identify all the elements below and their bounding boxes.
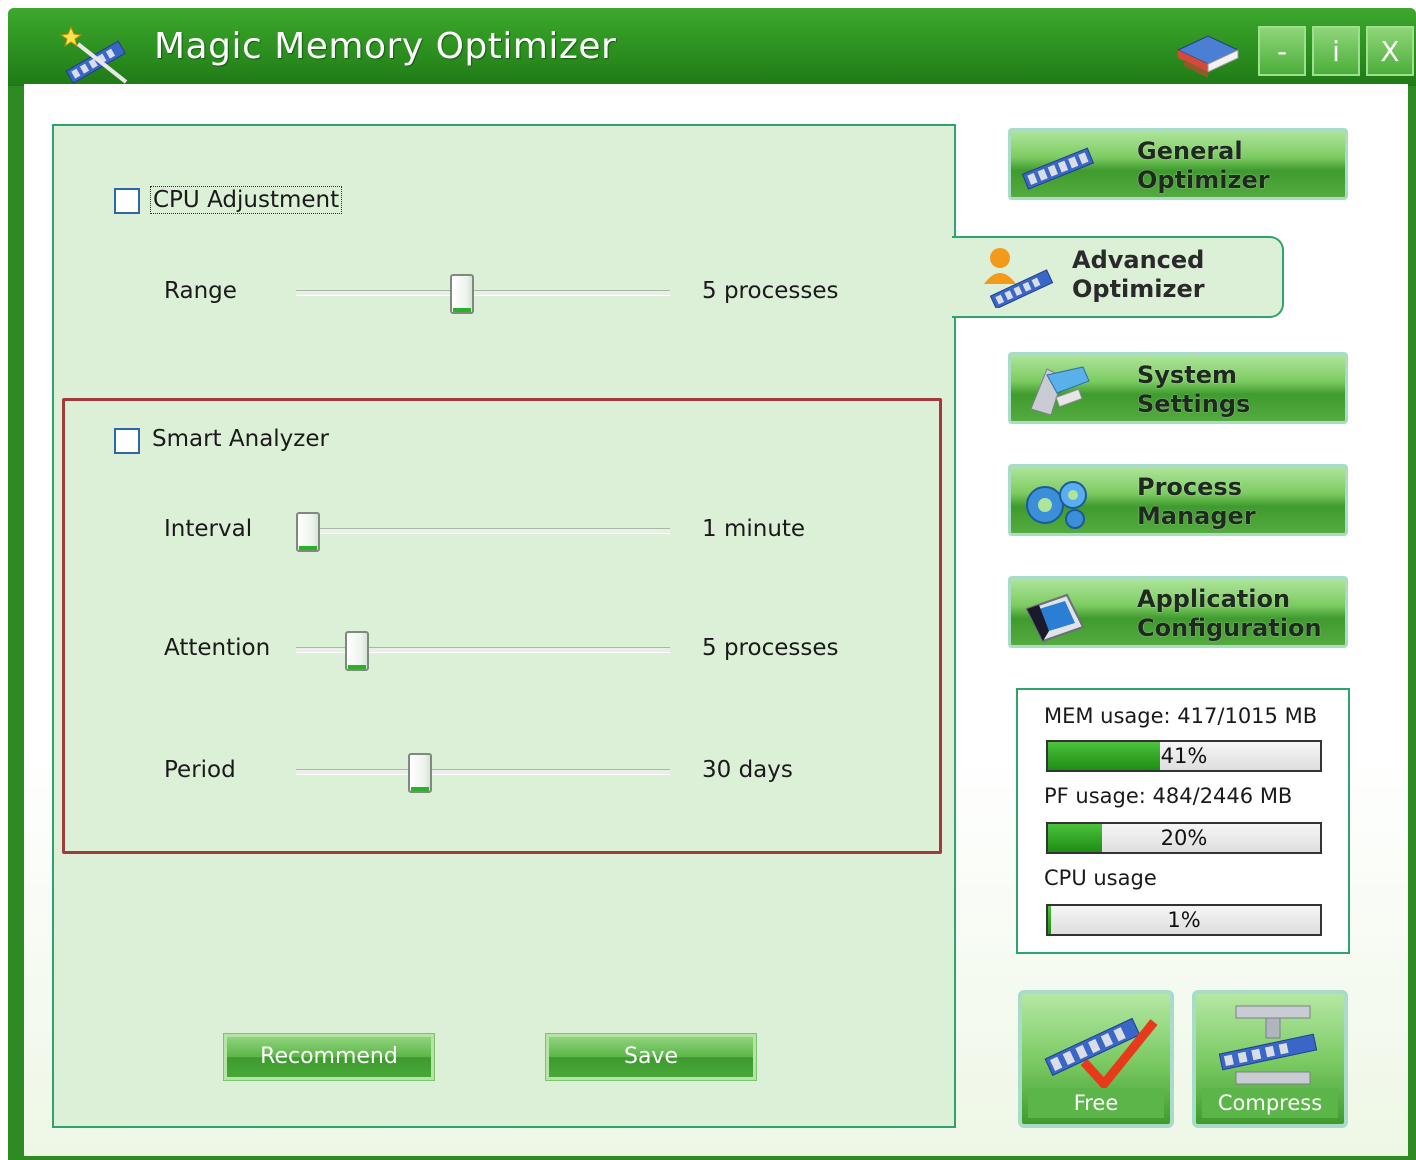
window-title: Magic Memory Optimizer xyxy=(154,26,617,67)
period-slider-track[interactable] xyxy=(296,769,670,775)
compress-label: Compress xyxy=(1202,1088,1338,1118)
cpu-adjustment-checkbox[interactable] xyxy=(114,188,140,214)
interval-slider-thumb[interactable] xyxy=(296,512,320,552)
save-button[interactable]: Save xyxy=(545,1033,757,1081)
mem-usage-bar: 41% xyxy=(1046,740,1322,772)
gears-icon xyxy=(1026,481,1087,529)
interval-value: 1 minute xyxy=(702,516,806,542)
memory-stick-icon xyxy=(1021,147,1095,190)
pf-usage-percent: 20% xyxy=(1160,826,1208,850)
help-book-icon[interactable] xyxy=(1174,28,1242,80)
interval-label: Interval xyxy=(164,516,253,542)
title-bar[interactable]: Magic Memory Optimizer - i X xyxy=(8,8,1416,86)
attention-label: Attention xyxy=(164,635,271,661)
nav-system-label: System Settings xyxy=(1137,361,1251,418)
pf-usage-label: PF usage: 484/2446 MB xyxy=(1044,784,1293,808)
range-slider-thumb[interactable] xyxy=(450,274,474,314)
cpu-usage-bar: 1% xyxy=(1046,904,1322,936)
pf-usage-bar: 20% xyxy=(1046,822,1322,854)
free-memory-icon xyxy=(1044,1017,1158,1090)
compress-memory-icon xyxy=(1218,1005,1318,1085)
user-memory-icon xyxy=(984,248,1054,308)
range-slider-track[interactable] xyxy=(296,290,670,296)
maximize-button[interactable]: i xyxy=(1312,26,1360,76)
smart-analyzer-checkbox[interactable] xyxy=(114,428,140,454)
usage-panel: MEM usage: 417/1015 MB 41% PF usage: 484… xyxy=(1016,688,1350,954)
smart-analyzer-label[interactable]: Smart Analyzer xyxy=(152,426,329,452)
range-label: Range xyxy=(164,278,237,304)
minimize-button[interactable]: - xyxy=(1258,26,1306,76)
cpu-usage-label: CPU usage xyxy=(1044,866,1157,890)
memory-wand-icon xyxy=(59,25,128,84)
free-button[interactable]: Free xyxy=(1018,990,1174,1128)
nav-advanced-label[interactable]: Advanced Optimizer xyxy=(1072,246,1205,304)
recommend-button[interactable]: Recommend xyxy=(223,1033,435,1081)
settings-tools-icon xyxy=(1030,366,1090,416)
interval-slider-track[interactable] xyxy=(296,528,670,534)
nav-process-manager[interactable]: Process Manager xyxy=(1008,464,1348,536)
period-label: Period xyxy=(164,757,236,783)
nav-general-optimizer[interactable]: General Optimizer xyxy=(1008,128,1348,200)
free-label: Free xyxy=(1028,1088,1164,1118)
nav-system-settings[interactable]: System Settings xyxy=(1008,352,1348,424)
nav-application-label: Application Configuration xyxy=(1137,585,1322,642)
period-slider-thumb[interactable] xyxy=(408,753,432,793)
period-value: 30 days xyxy=(702,757,793,783)
smart-analyzer-group xyxy=(62,398,942,854)
attention-slider-thumb[interactable] xyxy=(345,631,369,671)
mem-usage-label: MEM usage: 417/1015 MB xyxy=(1044,704,1318,728)
attention-value: 5 processes xyxy=(702,635,839,661)
close-button[interactable]: X xyxy=(1366,26,1414,76)
cpu-adjustment-label[interactable]: CPU Adjustment xyxy=(150,186,343,214)
mem-usage-percent: 41% xyxy=(1160,744,1208,768)
compress-button[interactable]: Compress xyxy=(1192,990,1348,1128)
nav-process-label: Process Manager xyxy=(1137,473,1256,530)
nav-application-configuration[interactable]: Application Configuration xyxy=(1008,576,1348,648)
cpu-usage-percent: 1% xyxy=(1167,908,1201,932)
nav-general-label: General Optimizer xyxy=(1137,137,1270,194)
application-window-icon xyxy=(1025,593,1085,643)
range-value: 5 processes xyxy=(702,278,839,304)
